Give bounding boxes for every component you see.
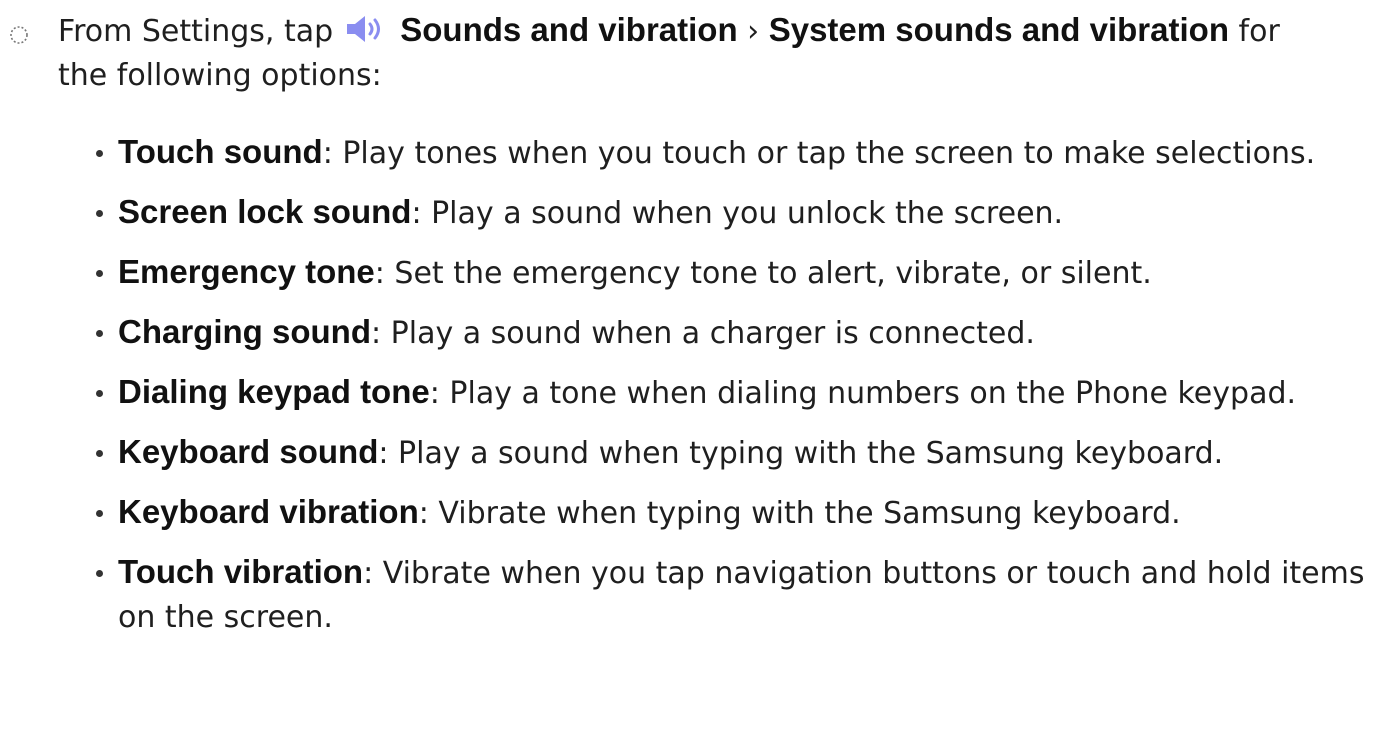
option-colon: : <box>418 496 429 531</box>
option-term: Screen lock sound <box>118 193 412 230</box>
option-colon: : <box>411 196 422 231</box>
option-colon: : <box>363 556 374 591</box>
option-term: Dialing keypad tone <box>118 373 430 410</box>
list-item: Keyboard vibration: Vibrate when typing … <box>0 490 1396 536</box>
step-instruction: From Settings, tap Sounds and vibration … <box>0 8 1396 98</box>
bullet-icon <box>96 510 103 517</box>
option-colon: : <box>378 436 389 471</box>
option-description: Play a sound when you unlock the screen. <box>431 196 1064 231</box>
option-colon: : <box>429 376 440 411</box>
option-description: Play a tone when dialing numbers on the … <box>449 376 1297 411</box>
path-separator: › <box>747 14 760 49</box>
list-item: Keyboard sound: Play a sound when typing… <box>0 430 1396 476</box>
bullet-icon <box>96 570 103 577</box>
option-term: Touch vibration <box>118 553 364 590</box>
list-item: Touch vibration: Vibrate when you tap na… <box>0 550 1396 640</box>
bullet-icon <box>96 450 103 457</box>
option-description: Play tones when you touch or tap the scr… <box>342 136 1316 171</box>
bullet-icon <box>96 390 103 397</box>
option-description: Vibrate when typing with the Samsung key… <box>438 496 1181 531</box>
bullet-icon <box>96 150 103 157</box>
step-text: From Settings, tap Sounds and vibration … <box>58 8 1396 98</box>
option-term: Keyboard vibration <box>118 493 419 530</box>
intro-suffix: for <box>1238 14 1280 49</box>
intro-prefix: From Settings, tap <box>58 14 334 49</box>
option-description: Play a sound when typing with the Samsun… <box>398 436 1224 471</box>
option-term: Keyboard sound <box>118 433 379 470</box>
option-description: Play a sound when a charger is connected… <box>390 316 1035 351</box>
intro-line2: the following options: <box>58 58 382 93</box>
speaker-icon <box>346 16 380 42</box>
list-item: Touch sound: Play tones when you touch o… <box>0 130 1396 176</box>
option-colon: : <box>374 256 385 291</box>
list-item: Screen lock sound: Play a sound when you… <box>0 190 1396 236</box>
option-term: Emergency tone <box>118 253 375 290</box>
list-item: Charging sound: Play a sound when a char… <box>0 310 1396 356</box>
option-description: Set the emergency tone to alert, vibrate… <box>394 256 1152 291</box>
option-colon: : <box>370 316 382 351</box>
path-sounds-and-vibration: Sounds and vibration <box>400 11 738 48</box>
bullet-icon <box>96 270 103 277</box>
bullet-icon <box>96 330 103 337</box>
option-colon: : <box>322 136 333 171</box>
list-item: Emergency tone: Set the emergency tone t… <box>0 250 1396 296</box>
path-system-sounds-and-vibration: System sounds and vibration <box>768 11 1229 48</box>
list-item: Dialing keypad tone: Play a tone when di… <box>0 370 1396 416</box>
bullet-icon <box>96 210 103 217</box>
step-circle-icon <box>10 26 28 44</box>
options-list: Touch sound: Play tones when you touch o… <box>0 130 1396 654</box>
option-term: Touch sound <box>118 133 323 170</box>
option-term: Charging sound <box>118 313 371 350</box>
